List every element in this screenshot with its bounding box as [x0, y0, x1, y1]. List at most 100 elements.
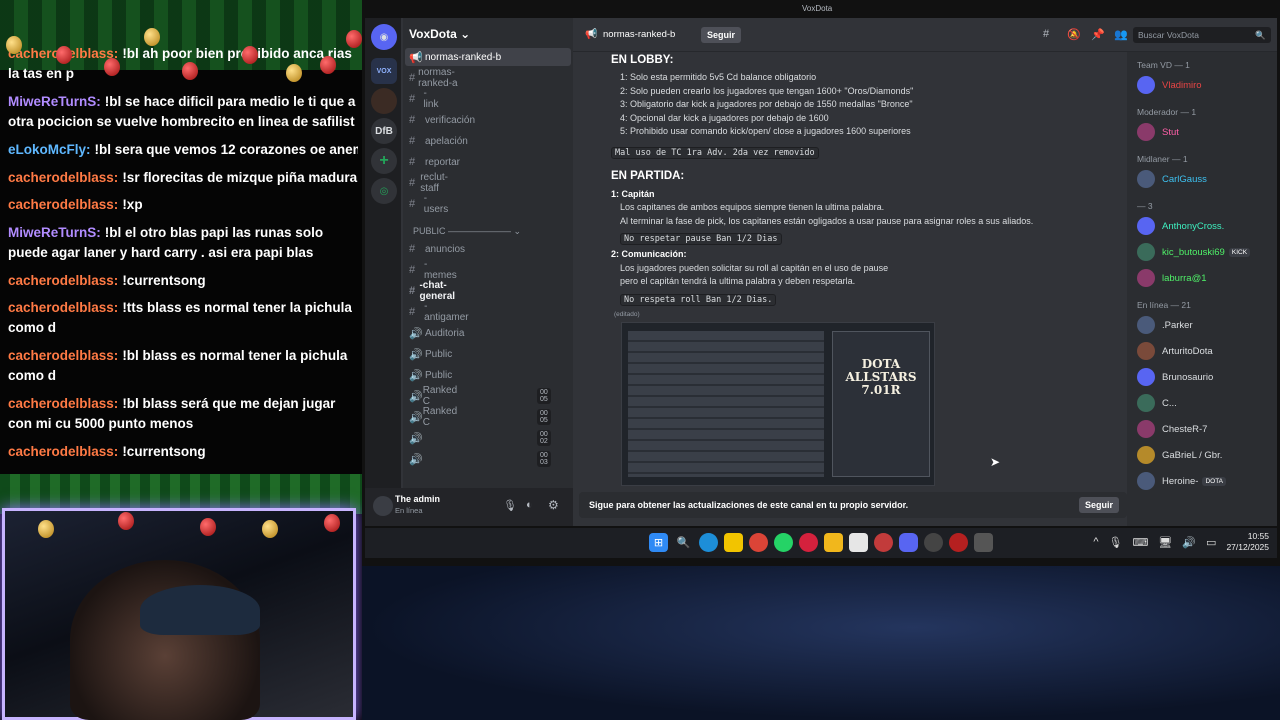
- time: 10:55: [1247, 531, 1269, 541]
- pin-icon[interactable]: 📌: [1091, 28, 1105, 41]
- steam-icon[interactable]: [924, 533, 943, 552]
- microphone-icon[interactable]: 🎙: [503, 499, 517, 512]
- public-channel-9[interactable]: 🔊 Ranked C 00 05: [409, 406, 551, 428]
- server-dfb[interactable]: DfB: [371, 118, 397, 144]
- voice-count: 00 03: [537, 451, 551, 467]
- channel-name: -memes: [423, 259, 457, 281]
- edge-icon[interactable]: [699, 533, 718, 552]
- chrome-icon[interactable]: [749, 533, 768, 552]
- category-public[interactable]: PUBLIC ——————— ⌄: [413, 226, 521, 237]
- mic-icon[interactable]: 🎙: [1109, 536, 1123, 549]
- public-channel-3[interactable]: # -chat-general: [409, 280, 461, 302]
- public-channel-10[interactable]: 🔊 00 02: [409, 429, 551, 447]
- member-item[interactable]: Brunosaurio: [1137, 367, 1213, 387]
- taskbar-apps: ⊞ 🔍: [649, 533, 993, 552]
- network-icon[interactable]: 🖥: [1158, 536, 1172, 549]
- public-channel-1[interactable]: # anuncios: [409, 240, 465, 258]
- member-name: Heroine-: [1162, 475, 1199, 487]
- obs-icon[interactable]: [949, 533, 968, 552]
- member-item[interactable]: GaBrieL / Gbr.: [1137, 445, 1222, 465]
- speaker-icon: 🔊: [409, 348, 423, 361]
- channel-name: -antigamer: [424, 301, 469, 323]
- member-item[interactable]: .Parker: [1137, 315, 1193, 335]
- channel-name: normas-ranked-b: [425, 51, 502, 63]
- keyboard-icon[interactable]: ⌨: [1132, 536, 1148, 549]
- whatsapp-icon[interactable]: [774, 533, 793, 552]
- stream-overlay: cacherodelblass:!bl ah poor bien prohibi…: [0, 0, 362, 720]
- member-item[interactable]: Heroine- DOTA: [1137, 471, 1227, 491]
- member-item[interactable]: CarlGauss: [1137, 169, 1207, 189]
- store-icon[interactable]: [849, 533, 868, 552]
- member-item[interactable]: ChesteR-7: [1137, 419, 1207, 439]
- member-name: GaBrieL / Gbr.: [1162, 449, 1223, 461]
- public-channel-4[interactable]: # -antigamer: [409, 301, 469, 323]
- channel-8[interactable]: # -users: [409, 193, 449, 215]
- ornament-icon: [200, 518, 216, 536]
- search-input[interactable]: Buscar VoxDota 🔍: [1133, 27, 1271, 43]
- calculator-icon[interactable]: [974, 533, 993, 552]
- channel-type-icon: #: [409, 135, 416, 147]
- bell-icon[interactable]: 🔕: [1067, 28, 1081, 41]
- threads-icon[interactable]: #: [1043, 28, 1049, 40]
- discord-taskbar-icon[interactable]: [899, 533, 918, 552]
- avatar: [1137, 394, 1155, 412]
- rules-screenshot-image[interactable]: DOTA ALLSTARS 7.01R: [621, 322, 935, 486]
- battery-icon[interactable]: ▭: [1206, 536, 1216, 549]
- member-item[interactable]: kic_butouski69 KICK: [1137, 242, 1251, 262]
- server-name[interactable]: VoxDota ⌄: [409, 27, 470, 41]
- add-server-icon[interactable]: +: [371, 148, 397, 174]
- channel-1[interactable]: 📢 normas-ranked-b: [405, 48, 571, 66]
- member-name: Vladimiro: [1162, 79, 1202, 91]
- public-channel-6[interactable]: 🔊 Public: [409, 345, 452, 363]
- headphones-icon[interactable]: ◐: [526, 499, 533, 511]
- member-item[interactable]: ArturitoDota: [1137, 341, 1213, 361]
- member-item[interactable]: Stut: [1137, 122, 1179, 142]
- volume-icon[interactable]: 🔊: [1182, 536, 1196, 549]
- member-item[interactable]: C...: [1137, 393, 1177, 413]
- public-channel-11[interactable]: 🔊 00 03: [409, 450, 551, 468]
- members-icon[interactable]: 👥: [1114, 28, 1128, 41]
- desktop-wallpaper: [362, 566, 1280, 720]
- lobby-rules-line: 3: Obligatorio dar kick a jugadores por …: [620, 99, 913, 109]
- explore-icon[interactable]: ◎: [371, 178, 397, 204]
- member-name: .Parker: [1162, 319, 1193, 331]
- clock[interactable]: 10:55 27/12/2025: [1226, 531, 1269, 553]
- avatar[interactable]: [373, 496, 393, 516]
- channel-name: -users: [423, 193, 449, 215]
- channel-7[interactable]: # reclut-staff: [409, 172, 453, 194]
- notes-icon[interactable]: [724, 533, 743, 552]
- channel-4[interactable]: # verificación: [409, 111, 475, 129]
- lobby-title: EN LOBBY:: [611, 54, 674, 66]
- opera-icon[interactable]: [799, 533, 818, 552]
- search-icon[interactable]: 🔍: [674, 533, 693, 552]
- member-badge: KICK: [1228, 247, 1251, 257]
- member-item[interactable]: Vladimiro: [1137, 75, 1202, 95]
- channel-5[interactable]: # apelación: [409, 132, 468, 150]
- public-channel-8[interactable]: 🔊 Ranked C 00 05: [409, 385, 551, 407]
- follow-button[interactable]: Seguir: [701, 27, 742, 43]
- ornament-icon: [320, 56, 336, 74]
- mouse-cursor: ➤: [990, 455, 1001, 469]
- channel-6[interactable]: # reportar: [409, 153, 460, 171]
- member-item[interactable]: laburra@1: [1137, 268, 1207, 288]
- app-icon[interactable]: [874, 533, 893, 552]
- public-channel-5[interactable]: 🔊 Auditoria: [409, 324, 464, 342]
- channel-type-icon: #: [409, 177, 416, 189]
- public-channel-2[interactable]: # -memes: [409, 259, 458, 281]
- server-dota[interactable]: [371, 88, 397, 114]
- member-badge: DOTA: [1202, 476, 1227, 486]
- notice-follow-button[interactable]: Seguir: [1079, 497, 1120, 513]
- discord-home-icon[interactable]: ◉: [371, 24, 397, 50]
- folder-icon[interactable]: [824, 533, 843, 552]
- member-name: CarlGauss: [1162, 173, 1207, 185]
- channel-2[interactable]: # normas-ranked-a: [409, 67, 462, 89]
- server-voxdota[interactable]: VOX: [371, 58, 397, 84]
- gear-icon[interactable]: ⚙: [548, 498, 559, 512]
- member-item[interactable]: AnthonyCross.: [1137, 216, 1224, 236]
- avatar: [1137, 243, 1155, 261]
- chevron-up-icon[interactable]: ^: [1093, 536, 1098, 548]
- public-channel-7[interactable]: 🔊 Public: [409, 366, 452, 384]
- channel-type-icon: #: [409, 93, 416, 105]
- channel-3[interactable]: # -link: [409, 88, 440, 110]
- windows-start-icon[interactable]: ⊞: [649, 533, 668, 552]
